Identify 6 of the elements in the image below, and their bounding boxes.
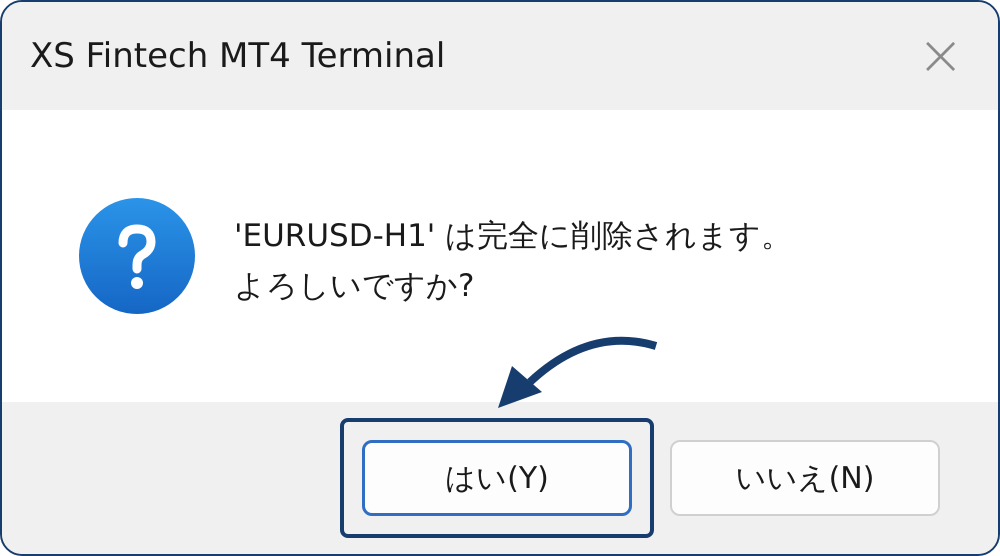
message-text: よろしいですか? xyxy=(234,267,476,306)
question-icon xyxy=(78,197,196,315)
dialog-button[interactable]: いいえ(N) xyxy=(670,440,940,516)
dialog-button[interactable]: はい(Y) xyxy=(362,440,632,516)
window-title: XS Fintech MT4 Terminal xyxy=(30,36,446,76)
message-text: 'EURUSD-H1' は完全に削除されます。 xyxy=(234,217,792,256)
